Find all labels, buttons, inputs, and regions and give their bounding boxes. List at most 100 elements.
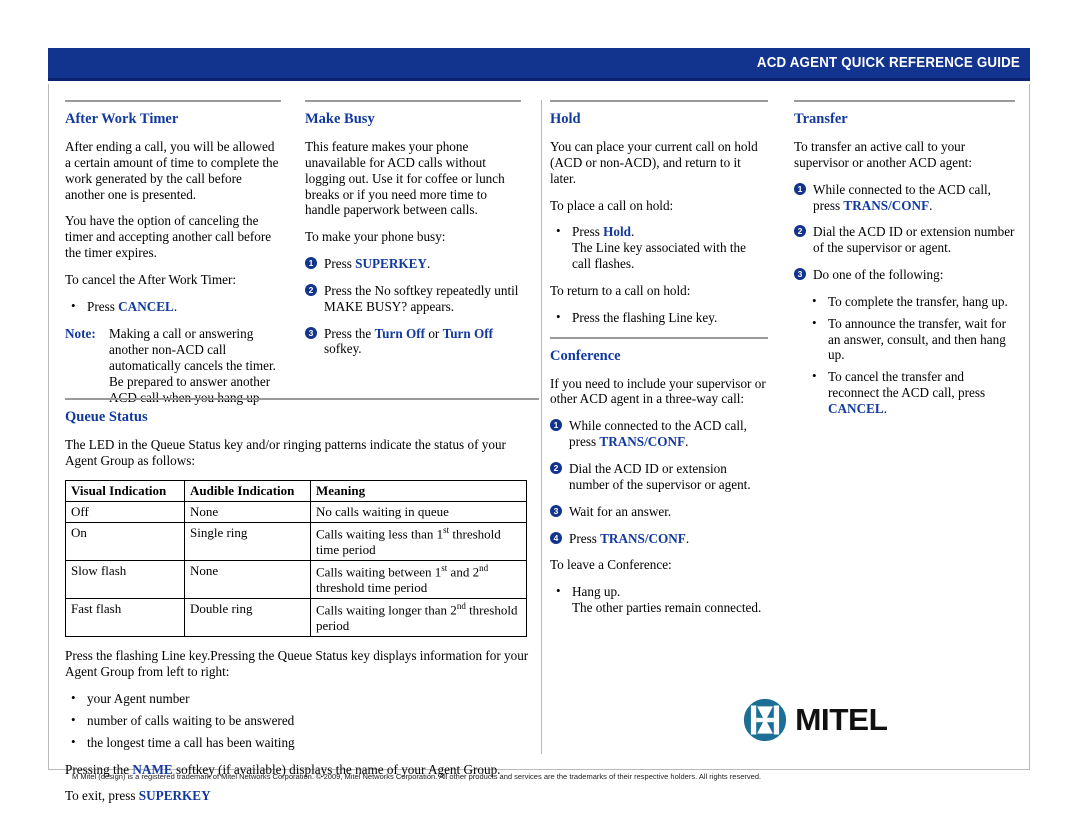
- section-rule: [550, 100, 768, 102]
- after-work-timer-note: Note: Making a call or answering another …: [65, 326, 281, 406]
- bullet-text-post: .: [631, 224, 635, 240]
- queue-status-bullets: your Agent number number of calls waitin…: [65, 690, 539, 751]
- list-item: your Agent number: [65, 690, 539, 707]
- conference-heading: Conference: [550, 347, 621, 364]
- quick-reference-page: ACD AGENT QUICK REFERENCE GUIDE After Wo…: [0, 0, 1080, 834]
- conference-step-4: 4 Press TRANS/CONF.: [550, 531, 768, 547]
- step-number-badge-icon: 1: [550, 419, 562, 432]
- step-text: Press the No softkey repeatedly until MA…: [324, 282, 519, 314]
- step-number-badge-icon: 2: [305, 283, 317, 296]
- section-make-busy: Make Busy This feature makes your phone …: [305, 100, 521, 368]
- hold-key-label: Hold: [603, 224, 631, 240]
- cell-meaning: Calls waiting between 1st and 2nd thresh…: [310, 560, 527, 600]
- hold-paragraph-1: You can place your current call on hold …: [550, 139, 758, 186]
- transfer-step-2: 2 Dial the ACD ID or extension number of …: [794, 224, 1015, 256]
- mitel-mark-icon: [743, 698, 787, 742]
- section-hold-conference: Hold You can place your current call on …: [550, 100, 768, 627]
- mitel-logo: MITEL: [743, 694, 973, 746]
- step-number-badge-icon: 3: [794, 268, 806, 281]
- table-row: On Single ring Calls waiting less than 1…: [65, 522, 527, 562]
- superkey-label: SUPERKEY: [355, 256, 427, 272]
- cell-audible: None: [184, 501, 311, 524]
- hold-bullets-return: Press the flashing Line key.: [550, 309, 768, 326]
- column-divider: [541, 100, 542, 754]
- column-header-visual-indication: Visual Indication: [65, 479, 185, 503]
- queue-status-after-table: Press the flashing Line key.Pressing the…: [65, 648, 529, 680]
- list-item: Hang up.The other parties remain connect…: [550, 583, 768, 616]
- conference-bullets: Hang up.The other parties remain connect…: [550, 583, 768, 616]
- after-work-timer-paragraph-1: After ending a call, you will be allowed…: [65, 139, 279, 202]
- content-box: After Work Timer After ending a call, yo…: [48, 84, 1030, 803]
- hold-paragraph-3: To return to a call on hold:: [550, 282, 691, 298]
- page-header-bar: ACD AGENT QUICK REFERENCE GUIDE: [48, 48, 1030, 81]
- step-number-badge-icon: 3: [550, 504, 562, 517]
- hold-bullets-place: Press Hold.The Line key associated with …: [550, 223, 768, 272]
- make-busy-heading: Make Busy: [305, 111, 375, 127]
- cell-audible: None: [184, 560, 311, 600]
- after-work-timer-heading: After Work Timer: [65, 111, 179, 127]
- turn-off-label-1: Turn Off: [374, 325, 426, 341]
- step-text: Wait for an answer.: [569, 503, 672, 519]
- list-item: the longest time a call has been waiting: [65, 734, 539, 751]
- make-busy-paragraph-1: This feature makes your phone unavailabl…: [305, 139, 505, 218]
- cell-meaning: Calls waiting less than 1st threshold ti…: [310, 522, 527, 562]
- step-number-badge-icon: 4: [550, 531, 562, 544]
- step-text: Do one of the following:: [813, 267, 944, 283]
- after-work-timer-paragraph-2: You have the option of canceling the tim…: [65, 213, 272, 261]
- conference-step-1: 1 While connected to the ACD call, press …: [550, 418, 768, 450]
- after-work-timer-bullets: Press CANCEL.: [65, 298, 281, 315]
- trans-conf-label: TRANS/CONF: [600, 530, 686, 546]
- cell-meaning: Calls waiting longer than 2nd threshold …: [310, 598, 527, 638]
- queue-status-exit: To exit, press SUPERKEY: [65, 788, 539, 804]
- conference-paragraph-1: If you need to include your supervisor o…: [550, 375, 766, 407]
- cell-visual: Fast flash: [65, 598, 185, 638]
- section-queue-status: Queue Status The LED in the Queue Status…: [65, 398, 539, 815]
- section-rule: [550, 336, 768, 339]
- step-text-post: .: [426, 256, 431, 272]
- conference-paragraph-2: To leave a Conference:: [550, 557, 672, 573]
- step-text-pre: Press: [324, 256, 356, 272]
- section-rule: [794, 100, 1015, 102]
- text-pre: To exit, press: [65, 788, 139, 804]
- section-rule: [65, 398, 539, 400]
- list-item: Press CANCEL.: [65, 298, 281, 315]
- list-item: To announce the transfer, wait for an an…: [794, 315, 1015, 364]
- cell-audible: Single ring: [184, 522, 311, 562]
- section-rule: [305, 100, 521, 102]
- bullet-text-post: .: [883, 400, 887, 416]
- section-transfer: Transfer To transfer an active call to y…: [794, 100, 1015, 428]
- footer-legal-text: M Mitel (design) is a registered tradema…: [72, 772, 762, 781]
- cancel-key-label: CANCEL: [828, 400, 884, 416]
- transfer-sub-bullets: To complete the transfer, hang up. To an…: [794, 293, 1015, 417]
- cell-visual: Off: [65, 501, 185, 524]
- step-number-badge-icon: 2: [550, 461, 562, 474]
- transfer-heading: Transfer: [794, 111, 848, 127]
- hold-paragraph-2: To place a call on hold:: [550, 197, 674, 213]
- make-busy-step-1: 1 Press SUPERKEY.: [305, 256, 521, 272]
- list-item: Press the flashing Line key.: [550, 309, 768, 326]
- step-number-badge-icon: 1: [305, 257, 317, 270]
- bullet-text-pre: Press: [572, 224, 604, 240]
- step-text-post: .: [685, 434, 689, 450]
- list-item: To complete the transfer, hang up.: [794, 293, 1015, 310]
- cell-meaning: No calls waiting in queue: [310, 501, 527, 524]
- conference-step-3: 3 Wait for an answer.: [550, 504, 768, 520]
- superkey-label: SUPERKEY: [138, 788, 211, 804]
- table-header-row: Visual Indication Audible Indication Mea…: [65, 479, 527, 503]
- make-busy-step-3: 3 Press the Turn Off or Turn Off sofkey.: [305, 326, 521, 358]
- step-text-post: sofkey.: [324, 341, 362, 357]
- bullet-text-post: .: [173, 298, 178, 314]
- transfer-step-3: 3 Do one of the following:: [794, 267, 1015, 283]
- step-text-pre: Press: [569, 530, 601, 546]
- step-text-post: .: [685, 530, 690, 546]
- mitel-wordmark: MITEL: [795, 702, 888, 737]
- hold-heading: Hold: [550, 111, 581, 127]
- note-label: Note:: [65, 325, 96, 341]
- step-text: Dial the ACD ID or extension number of t…: [813, 224, 1015, 256]
- make-busy-step-2: 2 Press the No softkey repeatedly until M…: [305, 283, 521, 315]
- step-number-badge-icon: 1: [794, 182, 806, 195]
- conference-step-2: 2 Dial the ACD ID or extension number of …: [550, 461, 768, 493]
- cancel-key-label: CANCEL: [118, 298, 174, 314]
- list-item: Press Hold.The Line key associated with …: [550, 223, 768, 272]
- step-text-pre: Press the: [324, 325, 375, 341]
